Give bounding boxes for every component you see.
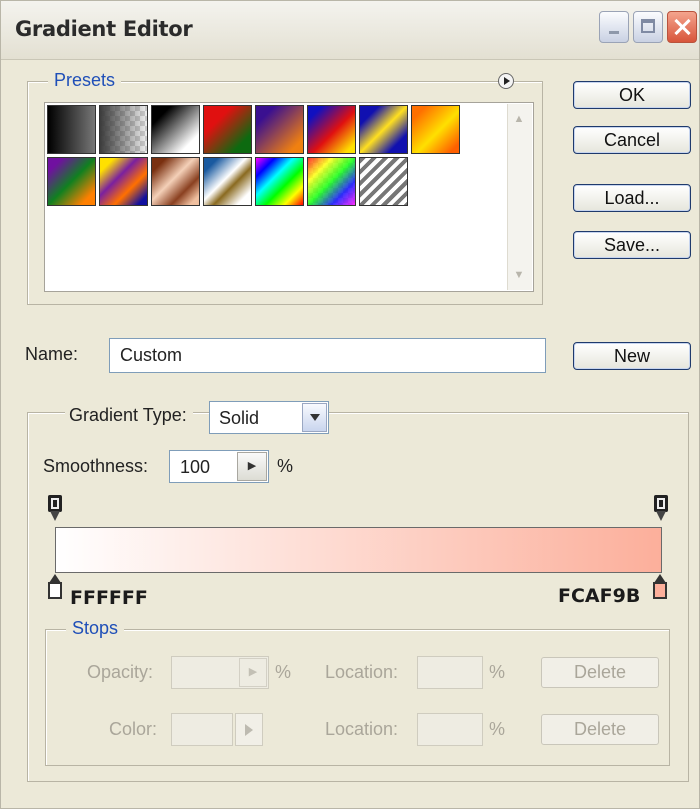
color-stop-left[interactable] (47, 574, 63, 601)
preset-red-green[interactable] (203, 105, 252, 154)
smoothness-unit: % (277, 456, 294, 476)
preset-spectrum[interactable] (255, 157, 304, 206)
opacity-slider-arrow-icon[interactable]: ▶ (239, 658, 267, 687)
left-color-hex-label: FFFFFF (70, 587, 148, 609)
opacity-location-label: Location: (325, 662, 399, 682)
preset-foreground-to-transparent[interactable] (99, 105, 148, 154)
smoothness-input[interactable]: 100 ▶ (169, 450, 269, 483)
opacity-stop-left[interactable] (48, 495, 62, 525)
scroll-up-icon[interactable]: ▲ (512, 112, 526, 126)
color-menu-arrow-icon[interactable] (235, 713, 263, 746)
preset-blue-yellow-blue[interactable] (359, 105, 408, 154)
opacity-delete-button[interactable]: Delete (541, 657, 659, 688)
new-button[interactable]: New (573, 342, 691, 370)
smoothness-label: Smoothness: (43, 456, 149, 476)
save-button[interactable]: Save... (573, 231, 691, 259)
gradient-preview-bar[interactable] (55, 527, 662, 573)
gradient-type-label: Gradient Type: (65, 405, 193, 426)
presets-group: Presets ▲ ▼ (27, 70, 543, 305)
minimize-icon[interactable] (599, 11, 629, 43)
preset-scrollbar[interactable]: ▲ ▼ (507, 104, 532, 290)
preset-violet-green-orange[interactable] (47, 157, 96, 206)
preset-copper[interactable] (151, 157, 200, 206)
gradient-type-select[interactable]: Solid (209, 401, 329, 434)
preset-yellow-violet-orange-blue[interactable] (99, 157, 148, 206)
gradient-type-value: Solid (219, 408, 260, 428)
cancel-button[interactable]: Cancel (573, 126, 691, 154)
name-input[interactable]: Custom (109, 338, 546, 373)
opacity-stop-right[interactable] (654, 495, 668, 525)
title-bar[interactable]: Gradient Editor (1, 1, 699, 60)
maximize-icon[interactable] (633, 11, 663, 43)
preset-foreground-to-background[interactable] (47, 105, 96, 154)
right-color-hex-label: FCAF9B (558, 585, 641, 607)
opacity-unit: % (275, 662, 292, 682)
color-delete-button[interactable]: Delete (541, 714, 659, 745)
preset-transparent-stripes[interactable] (359, 157, 408, 206)
presets-label: Presets (48, 70, 122, 91)
window-title: Gradient Editor (15, 17, 193, 41)
opacity-location-unit: % (489, 662, 506, 682)
color-label: Color: (109, 719, 158, 739)
chevron-down-icon[interactable] (302, 403, 327, 432)
color-location-unit: % (489, 719, 506, 739)
preset-list: ▲ ▼ (44, 102, 534, 292)
close-icon[interactable] (667, 11, 697, 43)
preset-orange-yellow-orange[interactable] (411, 105, 460, 154)
smoothness-value: 100 (180, 457, 211, 477)
preset-transparent-rainbow[interactable] (307, 157, 356, 206)
color-location-label: Location: (325, 719, 399, 739)
load-button[interactable]: Load... (573, 184, 691, 212)
opacity-input[interactable]: ▶ (171, 656, 269, 689)
gradient-editor-window: Gradient Editor Presets ▲ ▼ OK Cancel Lo… (0, 0, 700, 809)
ok-button[interactable]: OK (573, 81, 691, 109)
name-label: Name: (25, 344, 79, 364)
color-stop-right[interactable] (652, 574, 668, 601)
preset-black-white[interactable] (151, 105, 200, 154)
preset-blue-red-yellow[interactable] (307, 105, 356, 154)
preset-violet-orange[interactable] (255, 105, 304, 154)
stops-group: Stops (45, 618, 670, 766)
color-location-input[interactable] (417, 713, 483, 746)
smoothness-slider-arrow-icon[interactable]: ▶ (237, 452, 267, 481)
preset-chrome[interactable] (203, 157, 252, 206)
scroll-down-icon[interactable]: ▼ (512, 268, 526, 282)
flyout-arrow-icon[interactable] (498, 73, 514, 89)
opacity-location-input[interactable] (417, 656, 483, 689)
stops-label: Stops (66, 618, 125, 639)
opacity-label: Opacity: (87, 662, 154, 682)
stop-color-swatch[interactable] (171, 713, 233, 746)
